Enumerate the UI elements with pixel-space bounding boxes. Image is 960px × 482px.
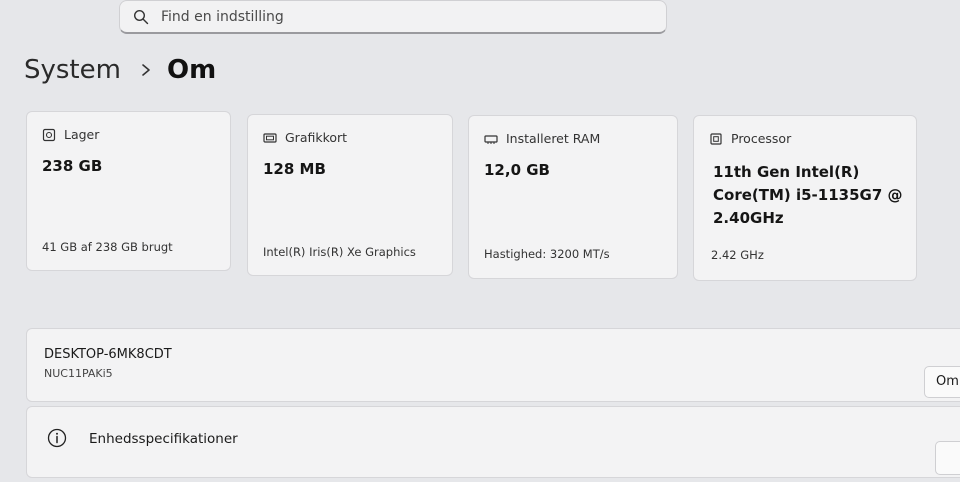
processor-speed: 2.42 GHz [711,248,764,262]
breadcrumb-system-link[interactable]: System [24,55,121,85]
storage-label: Lager [64,127,100,142]
device-name-row: DESKTOP-6MK8CDT NUC11PAKi5 [26,328,960,402]
processor-value: 11th Gen Intel(R) Core(TM) i5-1135G7 @ 2… [713,161,903,230]
settings-search-box[interactable] [119,0,667,34]
storage-icon [42,128,56,141]
breadcrumb: System Om [24,50,216,90]
graphics-card-card: Grafikkort 128 MB Intel(R) Iris(R) Xe Gr… [247,114,453,276]
rename-pc-button[interactable]: Om [924,366,960,398]
page-title: Om [166,55,217,85]
graphics-card-icon [263,132,277,143]
ram-value: 12,0 GB [484,161,550,179]
ram-speed: Hastighed: 3200 MT/s [484,247,610,261]
device-specifications-label: Enhedsspecifikationer [89,431,238,447]
graphics-card-name: Intel(R) Iris(R) Xe Graphics [263,245,416,259]
chevron-right-icon [142,64,150,76]
device-name: DESKTOP-6MK8CDT [44,347,172,362]
storage-value: 238 GB [42,157,103,175]
search-icon [133,9,149,24]
device-model: NUC11PAKi5 [44,367,113,380]
device-specifications-row[interactable]: Enhedsspecifikationer [26,406,960,478]
storage-card: Lager 238 GB 41 GB af 238 GB brugt [26,111,231,271]
processor-value-line: 2.40GHz [713,209,784,227]
graphics-card-label: Grafikkort [285,130,348,145]
search-input[interactable] [161,8,641,25]
info-icon [47,428,67,448]
ram-card: Installeret RAM 12,0 GB Hastighed: 3200 … [468,115,678,279]
ram-icon [484,134,498,144]
graphics-card-value: 128 MB [263,160,326,178]
processor-value-line: 11th Gen Intel(R) [713,163,860,181]
processor-label: Processor [731,131,792,146]
processor-icon [710,132,722,145]
processor-card: Processor 11th Gen Intel(R) Core(TM) i5-… [693,115,917,281]
processor-value-line: Core(TM) i5-1135G7 @ [713,186,903,204]
ram-label: Installeret RAM [506,131,601,146]
copy-button[interactable] [935,441,960,475]
storage-usage: 41 GB af 238 GB brugt [42,240,173,254]
